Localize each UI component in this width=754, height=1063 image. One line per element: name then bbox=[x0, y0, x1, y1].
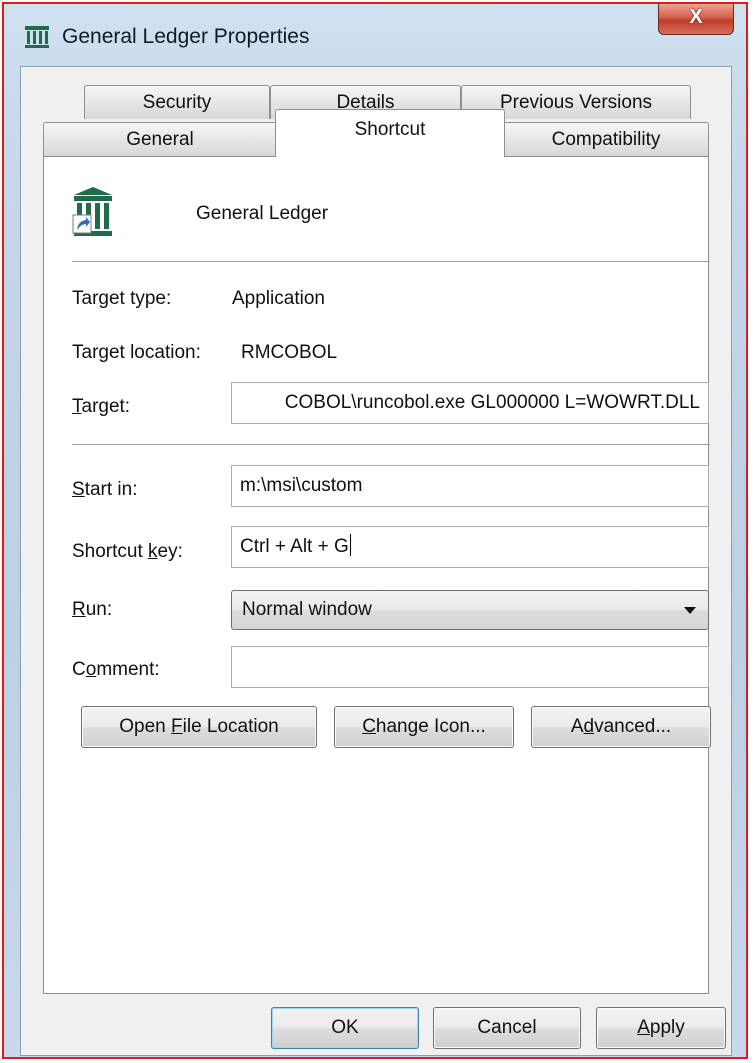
close-icon: X bbox=[689, 6, 703, 28]
tab-label: Security bbox=[142, 92, 212, 113]
separator bbox=[72, 261, 710, 262]
target-type-value: Application bbox=[232, 288, 325, 309]
shortcut-key-input[interactable]: Ctrl + Alt + G bbox=[231, 526, 709, 568]
shortcut-name: General Ledger bbox=[196, 203, 329, 224]
tab-compatibility[interactable]: Compatibility bbox=[503, 122, 709, 156]
shortcut-key-label: Shortcut key: bbox=[72, 541, 183, 562]
ok-button[interactable]: OK bbox=[271, 1007, 419, 1049]
target-location-label: Target location: bbox=[72, 342, 201, 363]
advanced-button[interactable]: Advanced... bbox=[531, 706, 711, 748]
close-button[interactable]: X bbox=[658, 4, 734, 35]
title-bar[interactable]: General Ledger Properties X bbox=[4, 4, 746, 66]
open-file-location-button[interactable]: Open File Location bbox=[81, 706, 317, 748]
tab-label: Shortcut bbox=[354, 119, 426, 140]
apply-button[interactable]: Apply bbox=[596, 1007, 726, 1049]
comment-label: Comment: bbox=[72, 659, 160, 680]
shortcut-app-icon bbox=[72, 187, 112, 236]
tab-security[interactable]: Security bbox=[84, 85, 270, 119]
start-in-input[interactable]: m:\msi\custom bbox=[231, 465, 709, 507]
target-type-label: Target type: bbox=[72, 288, 172, 309]
tab-general[interactable]: General bbox=[43, 122, 277, 156]
run-label: Run: bbox=[72, 599, 113, 620]
tab-label: General bbox=[126, 129, 194, 150]
window-title: General Ledger Properties bbox=[62, 25, 310, 48]
properties-window: General Ledger Properties X Security Det… bbox=[2, 2, 748, 1059]
target-label: Target: bbox=[72, 396, 131, 417]
start-in-label: Start in: bbox=[72, 479, 138, 500]
text-caret bbox=[349, 534, 351, 556]
tab-label: Compatibility bbox=[551, 129, 661, 150]
general-ledger-building-icon bbox=[25, 26, 49, 48]
dialog-body: Security Details Previous Versions Gener… bbox=[20, 66, 732, 1056]
chevron-down-icon bbox=[684, 607, 696, 614]
comment-input[interactable] bbox=[231, 646, 709, 688]
run-select[interactable]: Normal window bbox=[231, 590, 709, 630]
change-icon-button[interactable]: Change Icon... bbox=[334, 706, 514, 748]
tab-label: Previous Versions bbox=[499, 92, 653, 113]
shortcut-panel: General Ledger Target type: Application … bbox=[43, 156, 711, 994]
separator bbox=[72, 444, 710, 445]
target-location-value: RMCOBOL bbox=[241, 342, 338, 363]
cancel-button[interactable]: Cancel bbox=[433, 1007, 581, 1049]
target-input[interactable]: COBOL\runcobol.exe GL000000 L=WOWRT.DLL bbox=[231, 382, 709, 424]
tab-shortcut[interactable]: Shortcut bbox=[275, 109, 505, 157]
